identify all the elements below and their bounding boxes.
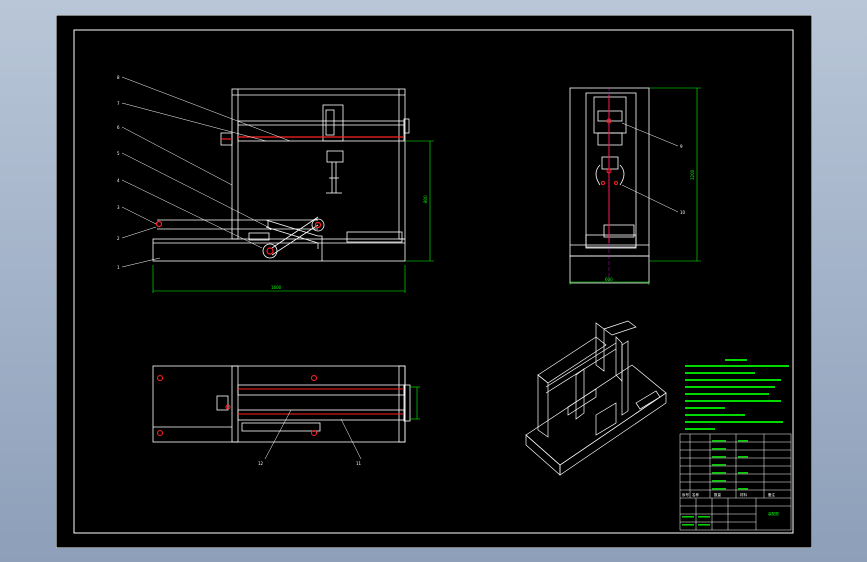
part-label-12: 12: [258, 461, 264, 466]
part-label-10: 10: [680, 210, 686, 215]
dimension-height: 800: [423, 195, 428, 203]
header-index: 序号: [682, 492, 690, 497]
drawing-title: 装配图: [768, 511, 779, 516]
header-name: 名称: [692, 492, 700, 497]
header-qty: 数量: [714, 492, 722, 497]
header-remark: 备注: [768, 492, 776, 497]
assembly-drawing-sheet: 8 7 6 5 4 3 2 1 1600 800 9 10 600 1200 1…: [56, 15, 812, 548]
header-material: 材料: [740, 492, 748, 497]
cad-viewport[interactable]: 8 7 6 5 4 3 2 1 1600 800 9 10 600 1200 1…: [0, 0, 867, 562]
dimension-side-width: 600: [605, 277, 613, 282]
dimension-overall-width: 1600: [271, 285, 282, 290]
dimension-side-height: 1200: [690, 169, 695, 180]
part-label-11: 11: [356, 461, 362, 466]
